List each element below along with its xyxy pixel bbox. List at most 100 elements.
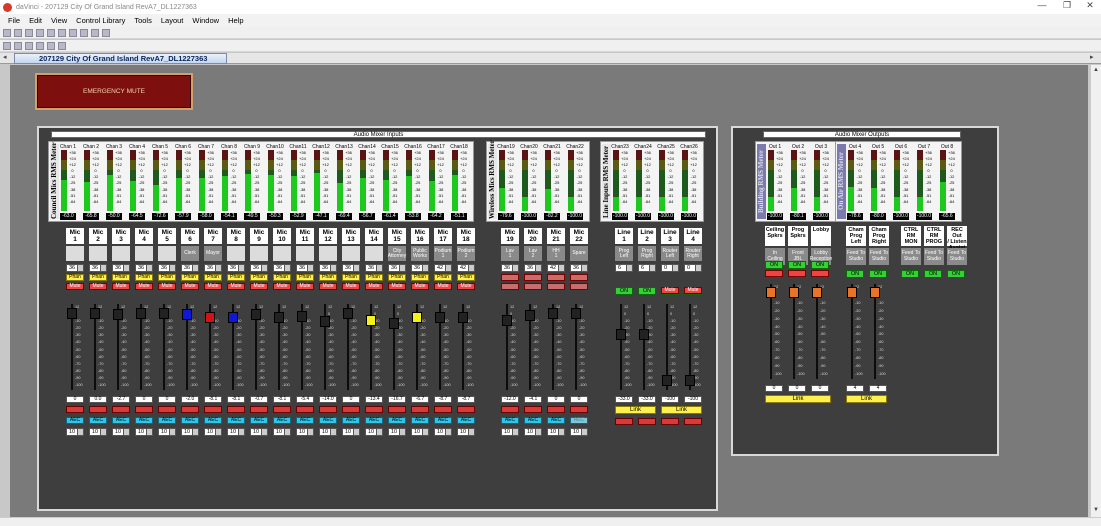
gain-spinner[interactable]: 36	[388, 264, 406, 272]
aec-button[interactable]: AEC	[457, 417, 475, 424]
mute-button[interactable]: Mute	[158, 283, 176, 290]
invert-button[interactable]	[547, 406, 565, 413]
undo-icon[interactable]	[69, 28, 77, 37]
channel-fader[interactable]: 120-10-20-30-40-50-60-70-80-90-100	[111, 304, 131, 390]
maximize-button[interactable]: ❐	[1055, 0, 1079, 11]
invert-button[interactable]	[273, 406, 291, 413]
gain-spinner[interactable]: 36	[158, 264, 176, 272]
fader-knob[interactable]	[205, 312, 215, 323]
channel-fader[interactable]: 120-10-20-30-40-50-60-70-80-90-100	[500, 304, 520, 390]
channel-fader[interactable]: 120-10-20-30-40-50-60-70-80-90-100	[341, 304, 361, 390]
aec-level-spinner[interactable]: 10	[570, 428, 588, 436]
gain-spinner[interactable]: 36	[342, 264, 360, 272]
mute-button[interactable]	[547, 283, 565, 290]
aec-level-spinner[interactable]: 10	[434, 428, 452, 436]
invert-button[interactable]	[342, 406, 360, 413]
invert-button[interactable]	[661, 418, 679, 425]
wireless-status-button[interactable]	[524, 274, 542, 281]
phantom-button[interactable]: Phan	[135, 274, 153, 281]
aec-level-spinner[interactable]: 10	[112, 428, 130, 436]
channel-fader[interactable]: 120-10-20-30-40-50-60-70-80-90-100	[614, 304, 634, 390]
gain-spinner[interactable]: 36	[250, 264, 268, 272]
phantom-button[interactable]: Phan	[457, 274, 475, 281]
fader-knob[interactable]	[812, 287, 822, 298]
invert-button[interactable]	[89, 406, 107, 413]
invert-button[interactable]	[388, 406, 406, 413]
mute-button[interactable]: Mute	[434, 283, 452, 290]
output-fader[interactable]: 120-10-20-30-40-50-60-70-80-90-100	[764, 284, 784, 379]
output-on-button[interactable]: ON	[924, 270, 942, 278]
aec-button[interactable]: AEC	[342, 417, 360, 424]
output-mute-button[interactable]	[788, 270, 806, 277]
output-mute-button[interactable]	[765, 270, 783, 277]
fader-knob[interactable]	[639, 329, 649, 340]
gain-spinner[interactable]: 36	[89, 264, 107, 272]
output-fader[interactable]: 120-10-20-30-40-50-60-70-80-90-100	[810, 284, 830, 379]
output-on-button[interactable]: ON	[869, 270, 887, 278]
channel-fader[interactable]: 120-10-20-30-40-50-60-70-80-90-100	[180, 304, 200, 390]
channel-fader[interactable]: 120-10-20-30-40-50-60-70-80-90-100	[523, 304, 543, 390]
output-on-button[interactable]: ON	[846, 270, 864, 278]
aec-button[interactable]: AEC	[112, 417, 130, 424]
phantom-button[interactable]: Phan	[273, 274, 291, 281]
invert-button[interactable]	[158, 406, 176, 413]
align-icon[interactable]	[3, 41, 11, 50]
aec-level-spinner[interactable]: 10	[135, 428, 153, 436]
fader-knob[interactable]	[113, 309, 123, 320]
aec-button[interactable]: AEC	[319, 417, 337, 424]
phantom-button[interactable]: Phan	[434, 274, 452, 281]
aec-button[interactable]: AEC	[181, 417, 199, 424]
phantom-button[interactable]: Phan	[319, 274, 337, 281]
mute-button[interactable]: Mute	[135, 283, 153, 290]
mute-button[interactable]: Mute	[89, 283, 107, 290]
flag-icon[interactable]	[36, 41, 44, 50]
on-button[interactable]: ON	[638, 287, 656, 295]
invert-button[interactable]	[181, 406, 199, 413]
fader-knob[interactable]	[766, 287, 776, 298]
mute-button[interactable]: Mute	[66, 283, 84, 290]
fader-knob[interactable]	[412, 312, 422, 323]
aec-button[interactable]: AEC	[227, 417, 245, 424]
channel-fader[interactable]: 120-10-20-30-40-50-60-70-80-90-100	[683, 304, 703, 390]
aec-button[interactable]: AEC	[66, 417, 84, 424]
link-button-line-3-4[interactable]: Link	[661, 406, 702, 414]
channel-fader[interactable]: 120-10-20-30-40-50-60-70-80-90-100	[157, 304, 177, 390]
channel-fader[interactable]: 120-10-20-30-40-50-60-70-80-90-100	[410, 304, 430, 390]
menu-layout[interactable]: Layout	[161, 16, 184, 25]
scroll-down-icon[interactable]: ▼	[1093, 507, 1099, 513]
gain-spinner[interactable]: 36	[524, 264, 542, 272]
channel-fader[interactable]: 120-10-20-30-40-50-60-70-80-90-100	[226, 304, 246, 390]
channel-fader[interactable]: 120-10-20-30-40-50-60-70-80-90-100	[88, 304, 108, 390]
fader-knob[interactable]	[502, 315, 512, 326]
fader-knob[interactable]	[297, 311, 307, 322]
invert-button[interactable]	[204, 406, 222, 413]
paste-icon[interactable]	[58, 28, 66, 37]
wireless-status-button[interactable]	[547, 274, 565, 281]
invert-button[interactable]	[112, 406, 130, 413]
output-link-building[interactable]: Link	[765, 395, 831, 403]
filter-icon[interactable]	[14, 41, 22, 50]
aec-button[interactable]: AEC	[296, 417, 314, 424]
output-on-button[interactable]: ON	[765, 261, 783, 269]
mute-button[interactable]: Mute	[661, 287, 679, 294]
aec-button[interactable]: AEC	[434, 417, 452, 424]
channel-fader[interactable]: 120-10-20-30-40-50-60-70-80-90-100	[364, 304, 384, 390]
fader-knob[interactable]	[789, 287, 799, 298]
invert-button[interactable]	[501, 406, 519, 413]
document-tab[interactable]: 207129 City Of Grand Island RevA7_DL1227…	[14, 53, 227, 64]
invert-button[interactable]	[638, 418, 656, 425]
wireless-status-button[interactable]	[501, 274, 519, 281]
invert-button[interactable]	[227, 406, 245, 413]
fader-knob[interactable]	[525, 310, 535, 321]
aec-button[interactable]: AEC	[365, 417, 383, 424]
aec-button[interactable]: AEC	[158, 417, 176, 424]
aec-level-spinner[interactable]: 10	[181, 428, 199, 436]
fader-knob[interactable]	[870, 287, 880, 298]
mute-button[interactable]: Mute	[227, 283, 245, 290]
invert-button[interactable]	[365, 406, 383, 413]
print-icon[interactable]	[91, 28, 99, 37]
open-icon[interactable]	[14, 28, 22, 37]
vertical-scrollbar[interactable]: ▲ ▼	[1090, 65, 1101, 517]
mute-button[interactable]: Mute	[684, 287, 702, 294]
phantom-button[interactable]: Phan	[181, 274, 199, 281]
